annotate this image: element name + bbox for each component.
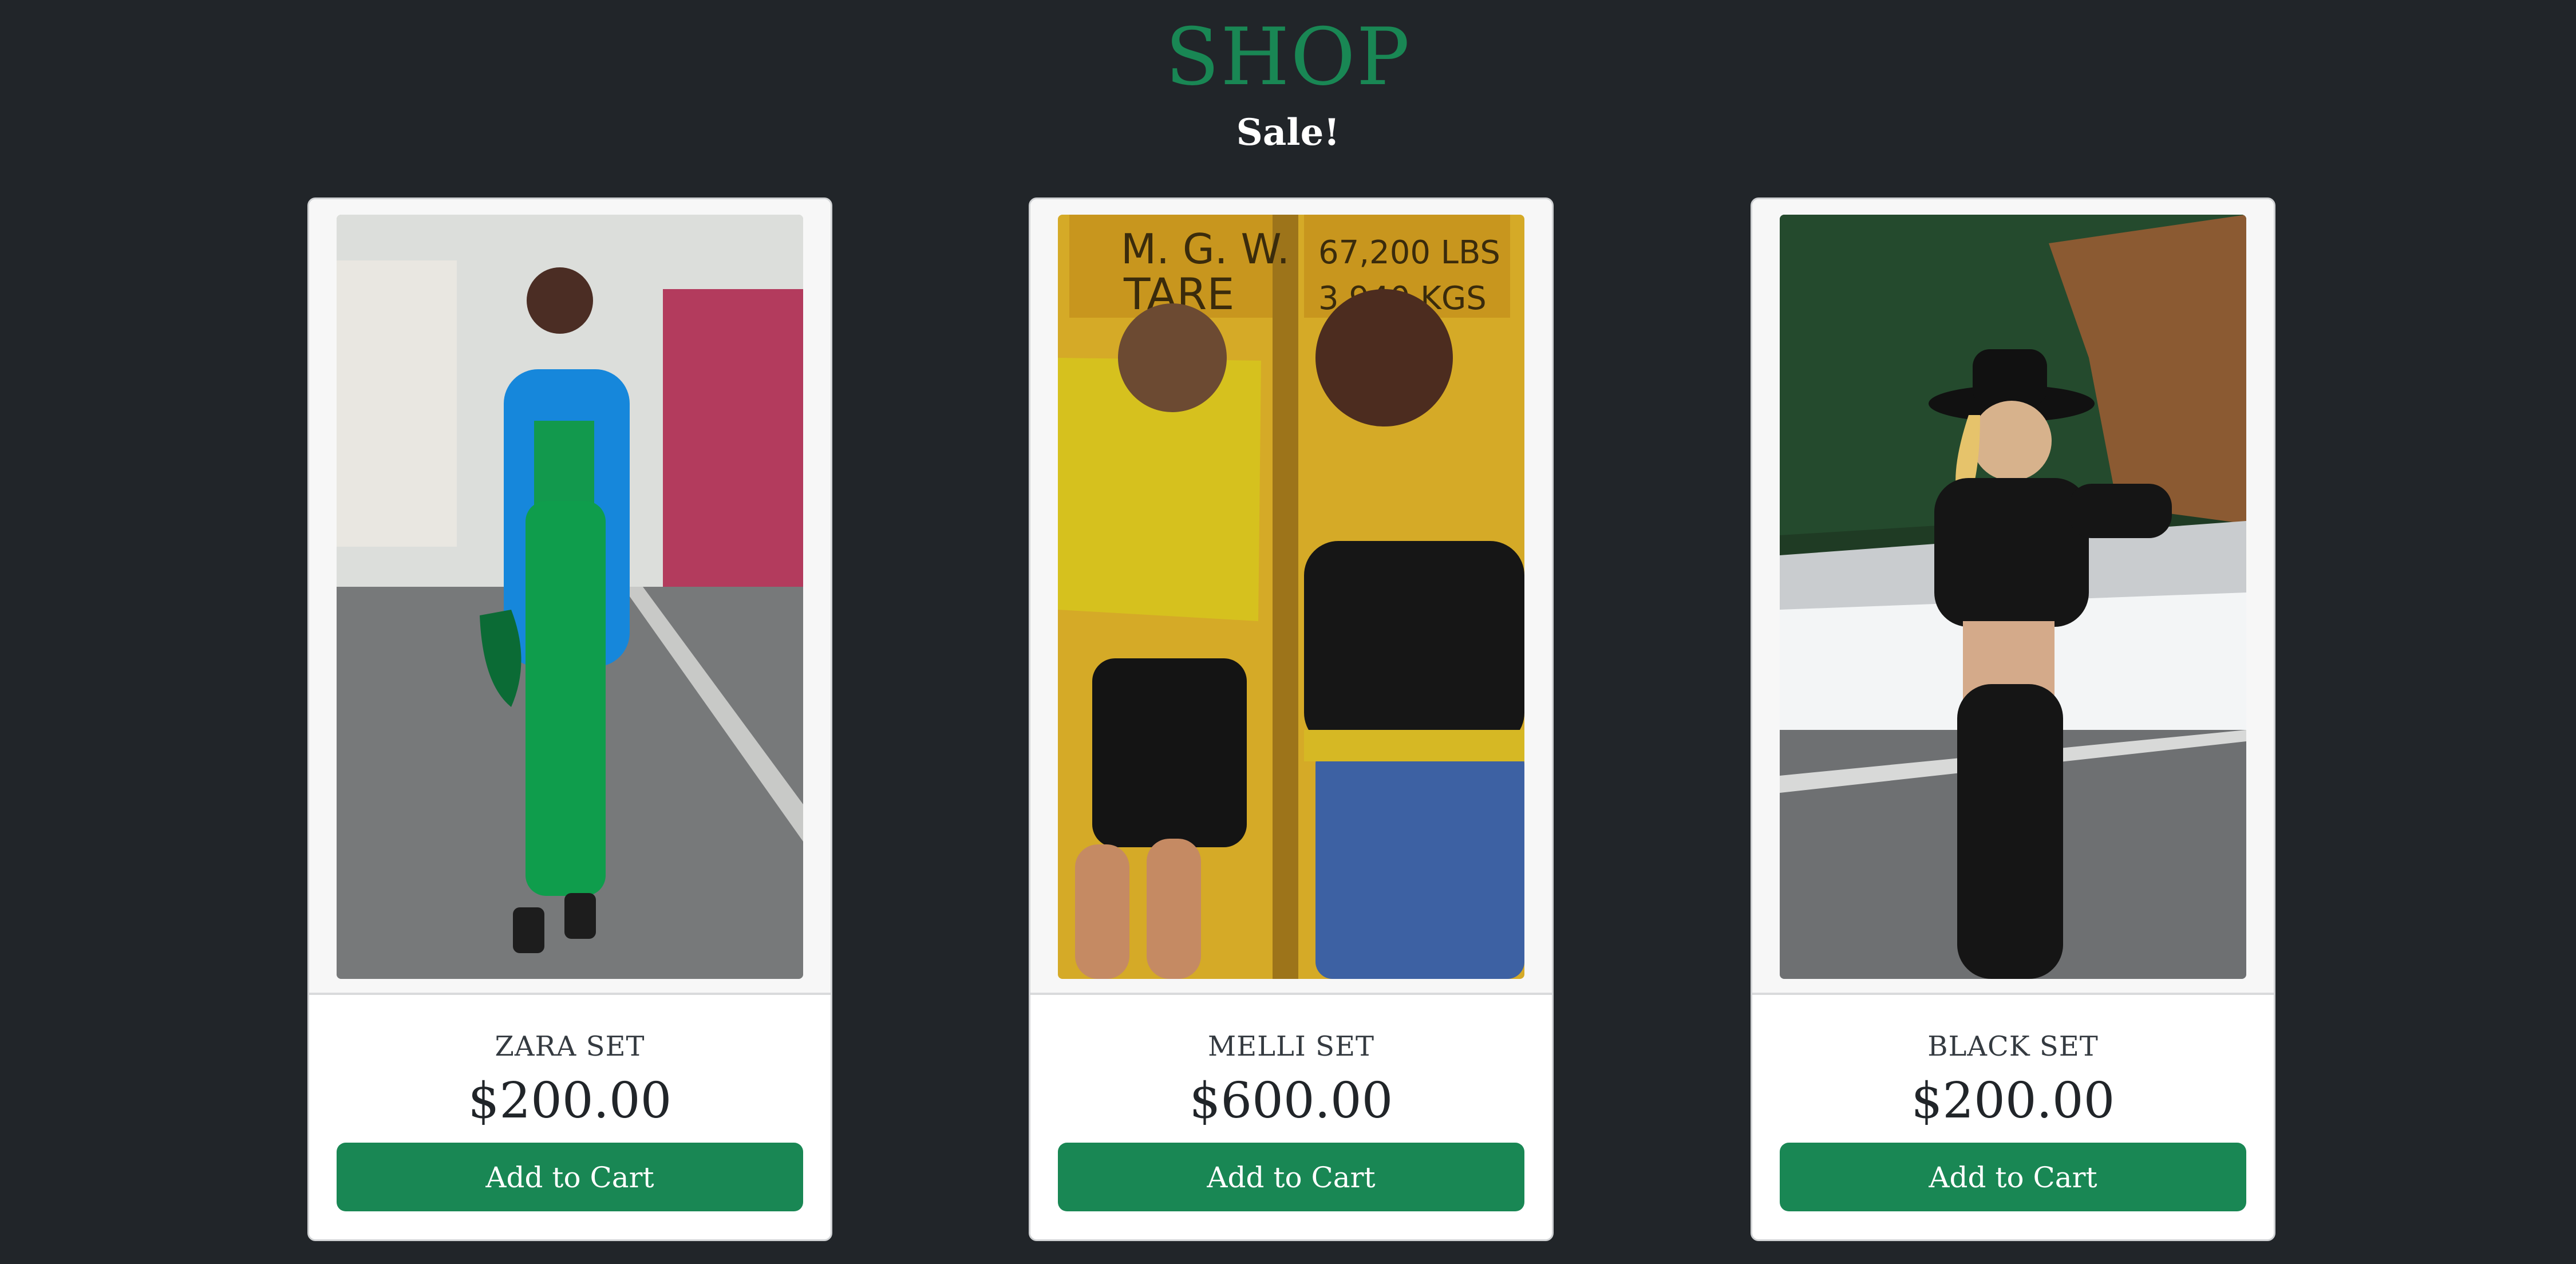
product-image-frame bbox=[1752, 199, 2274, 995]
melli-set-photo-icon: M. G. W. TARE 67,200 LBS 3,940 KGS bbox=[1058, 215, 1524, 979]
product-photo-zara-set bbox=[337, 215, 803, 979]
product-card-melli-set: M. G. W. TARE 67,200 LBS 3,940 KGS MELLI… bbox=[1029, 198, 1554, 1241]
add-to-cart-button[interactable]: Add to Cart bbox=[1058, 1143, 1524, 1211]
svg-text:67,200 LBS: 67,200 LBS bbox=[1318, 234, 1500, 271]
product-image-frame bbox=[309, 199, 831, 995]
shop-page: SHOP Sale! ZARA SET $200.00 Add to Cart … bbox=[0, 0, 2576, 1264]
shop-header: SHOP Sale! bbox=[0, 11, 2576, 156]
product-photo-melli-set: M. G. W. TARE 67,200 LBS 3,940 KGS bbox=[1058, 215, 1524, 979]
product-name: MELLI SET bbox=[1207, 1030, 1375, 1062]
svg-text:M. G. W.: M. G. W. bbox=[1121, 225, 1290, 273]
product-image-frame: M. G. W. TARE 67,200 LBS 3,940 KGS bbox=[1030, 199, 1552, 995]
sale-heading: Sale! bbox=[1236, 111, 1340, 154]
product-name: ZARA SET bbox=[495, 1030, 645, 1062]
page-title: SHOP bbox=[1165, 11, 1411, 103]
product-photo-black-set bbox=[1780, 215, 2246, 979]
add-to-cart-button[interactable]: Add to Cart bbox=[337, 1143, 803, 1211]
product-name: BLACK SET bbox=[1927, 1030, 2099, 1062]
product-price: $200.00 bbox=[468, 1072, 672, 1129]
zara-set-photo-icon bbox=[337, 215, 803, 979]
black-set-photo-icon bbox=[1780, 215, 2246, 979]
product-price: $200.00 bbox=[1911, 1072, 2115, 1129]
product-card-black-set: BLACK SET $200.00 Add to Cart bbox=[1751, 198, 2275, 1241]
add-to-cart-button[interactable]: Add to Cart bbox=[1780, 1143, 2246, 1211]
product-card-zara-set: ZARA SET $200.00 Add to Cart bbox=[307, 198, 832, 1241]
product-price: $600.00 bbox=[1189, 1072, 1393, 1129]
